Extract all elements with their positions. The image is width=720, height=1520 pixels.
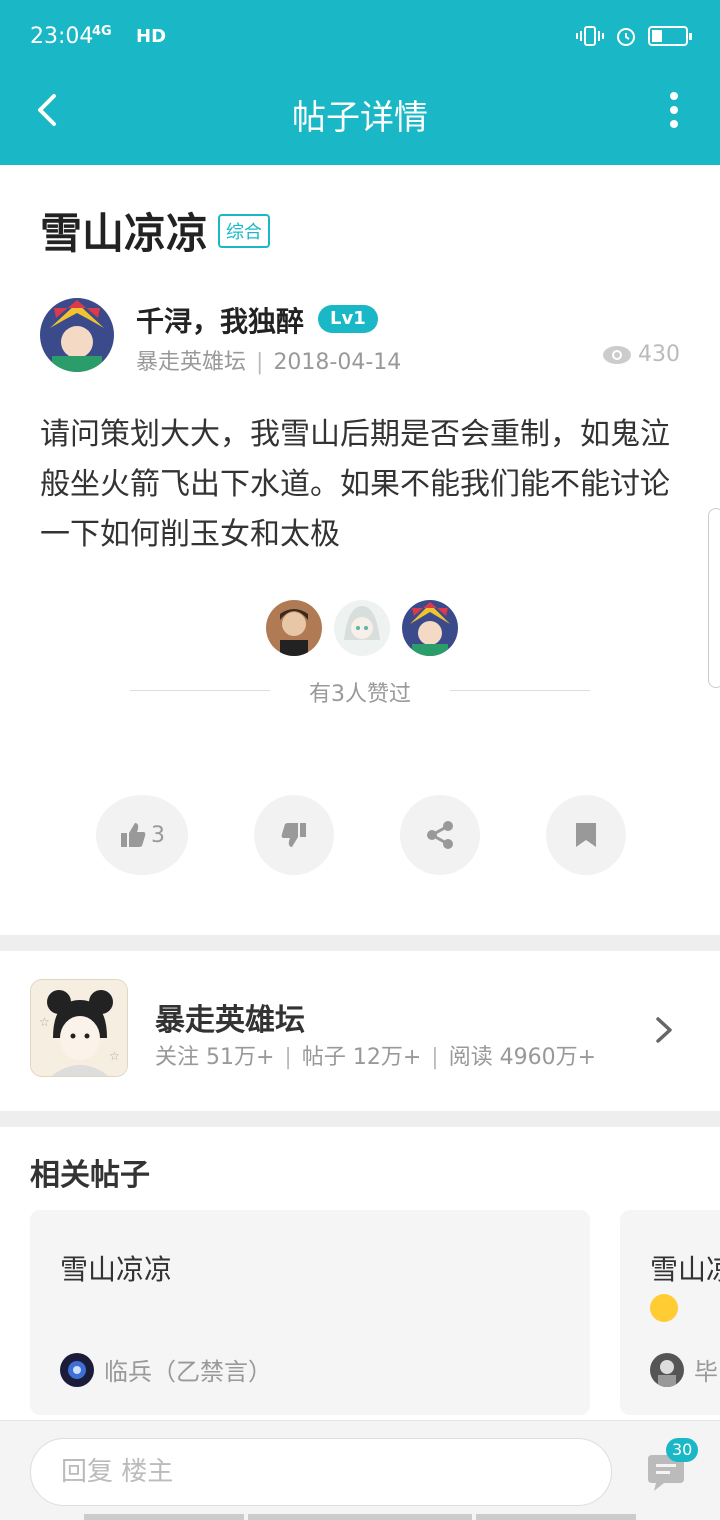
author-meta: 暴走英雄坛 | 2018-04-14	[136, 344, 401, 376]
liker-avatar[interactable]	[266, 600, 322, 656]
forum-name: 暴走英雄坛	[155, 1003, 305, 1038]
page-title: 帖子详情	[292, 98, 428, 138]
post-actions: 3	[0, 795, 720, 875]
vibrate-icon	[576, 26, 604, 46]
related-post-card[interactable]: 雪山凉凉 临兵（乙禁言）	[30, 1210, 590, 1415]
forum-follow: 关注 51万+	[155, 1045, 275, 1070]
related-posts-title: 相关帖子	[30, 1158, 150, 1193]
liker-avatars[interactable]	[266, 600, 458, 656]
share-button[interactable]	[400, 795, 480, 875]
nav-indicator	[84, 1514, 244, 1520]
stats-separator: |	[284, 1045, 292, 1070]
author-avatar[interactable]	[40, 298, 114, 372]
meta-separator: |	[256, 350, 264, 375]
dislike-button[interactable]	[254, 795, 334, 875]
related-post-user: 毕	[694, 1358, 718, 1386]
liker-avatar[interactable]	[334, 600, 390, 656]
more-vert-icon[interactable]	[666, 90, 682, 130]
app-bar: 帖子详情	[0, 72, 720, 165]
eye-icon	[603, 345, 631, 364]
related-post-title: 雪山凉凉	[60, 1253, 173, 1286]
post-date: 2018-04-14	[273, 350, 402, 375]
thumbs-down-icon	[281, 823, 306, 847]
author-avatar	[650, 1352, 684, 1387]
author-avatar	[60, 1352, 94, 1387]
bookmark-icon	[576, 823, 596, 847]
comment-count-badge: 30	[666, 1438, 699, 1462]
svg-text:☆: ☆	[109, 1049, 120, 1063]
network-indicator: 4G	[92, 24, 112, 39]
likes-summary: 有3人赞过	[130, 676, 590, 707]
hd-indicator: HD	[136, 26, 167, 47]
forum-card[interactable]: ☆ ☆ 暴走英雄坛 关注 51万+ | 帖子 12万+ | 阅读 4960万+	[0, 951, 720, 1111]
post-title: 雪山凉凉	[40, 209, 209, 258]
view-count-value: 430	[638, 342, 680, 367]
scroll-handle[interactable]	[708, 508, 720, 688]
forum-reads: 阅读 4960万+	[448, 1045, 597, 1070]
reply-bar: 回复 楼主	[0, 1420, 720, 1520]
category-tag[interactable]: 综合	[218, 213, 271, 248]
bookmark-button[interactable]	[546, 795, 626, 875]
forum-posts: 帖子 12万+	[301, 1045, 422, 1070]
related-post-author: 毕	[650, 1352, 718, 1387]
related-post-user: 临兵（乙禁言）	[104, 1358, 272, 1386]
reply-input[interactable]: 回复 楼主	[30, 1438, 612, 1506]
chevron-right-icon[interactable]	[654, 1015, 676, 1045]
stats-separator: |	[431, 1045, 439, 1070]
author-name[interactable]: 千浔，我独醉	[136, 300, 304, 340]
share-icon	[427, 821, 453, 849]
likes-text: 有3人赞过	[309, 682, 411, 707]
forum-avatar: ☆ ☆	[30, 979, 128, 1077]
section-divider	[0, 1111, 720, 1127]
like-count: 3	[151, 822, 165, 848]
likes-line-right	[450, 690, 590, 691]
post-body: 请问策划大大，我雪山后期是否会重制，如鬼泣般坐火箭飞出下水道。如果不能我们能不能…	[40, 417, 670, 552]
svg-text:☆: ☆	[39, 1015, 50, 1029]
crying-face-icon	[650, 1294, 678, 1322]
forum-stats: 关注 51万+ | 帖子 12万+ | 阅读 4960万+	[155, 1039, 596, 1071]
status-time: 23:04	[30, 24, 94, 49]
related-post-author: 临兵（乙禁言）	[60, 1352, 272, 1387]
liker-avatar[interactable]	[402, 600, 458, 656]
related-post-title: 雪山凉	[650, 1253, 720, 1286]
view-count: 430	[602, 342, 680, 367]
nav-indicator	[248, 1514, 472, 1520]
section-divider	[0, 935, 720, 951]
nav-indicator	[476, 1514, 636, 1520]
thumbs-up-icon	[121, 823, 146, 847]
status-icons	[576, 24, 692, 48]
related-post-card[interactable]: 雪山凉 毕	[620, 1210, 720, 1415]
battery-icon	[648, 26, 692, 46]
level-badge: Lv1	[318, 305, 378, 333]
forum-link[interactable]: 暴走英雄坛	[136, 350, 246, 375]
alarm-icon	[617, 28, 635, 46]
status-bar: 23:04 4G HD	[0, 0, 720, 72]
post-title-row: 雪山凉凉 综合	[40, 200, 271, 261]
like-button[interactable]: 3	[96, 795, 188, 875]
